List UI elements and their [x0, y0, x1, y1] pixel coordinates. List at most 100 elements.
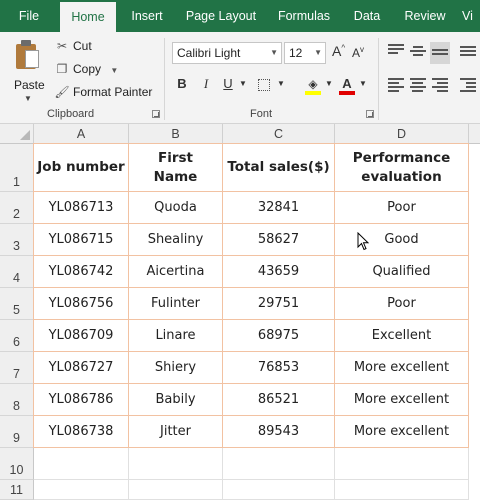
align-right-icon[interactable] — [432, 78, 449, 92]
copy-dropdown-arrow[interactable]: ▼ — [110, 66, 118, 75]
table-cell[interactable]: Aicertina — [129, 256, 223, 288]
font-launcher-icon[interactable] — [366, 110, 374, 118]
table-cell[interactable]: YL086709 — [34, 320, 129, 352]
table-cell[interactable]: 76853 — [223, 352, 335, 384]
tab-insert[interactable]: Insert — [124, 0, 170, 32]
row-header-8[interactable]: 8 — [0, 384, 34, 416]
table-cell[interactable]: 32841 — [223, 192, 335, 224]
empty-cell[interactable] — [129, 448, 223, 480]
row-header-6[interactable]: 6 — [0, 320, 34, 352]
header-cell-first-name[interactable]: First Name — [129, 144, 223, 192]
table-cell[interactable]: YL086742 — [34, 256, 129, 288]
shrink-font-button[interactable]: Av — [352, 45, 364, 60]
table-cell[interactable]: Poor — [335, 192, 469, 224]
table-cell[interactable]: YL086756 — [34, 288, 129, 320]
bold-button[interactable]: B — [174, 74, 190, 94]
table-cell[interactable]: Poor — [335, 288, 469, 320]
tab-data[interactable]: Data — [346, 0, 388, 32]
table-cell[interactable]: 68975 — [223, 320, 335, 352]
row-header-11[interactable]: 11 — [0, 480, 34, 500]
font-color-button[interactable]: A — [338, 74, 356, 95]
indent-icon[interactable] — [460, 78, 476, 92]
row-header-7[interactable]: 7 — [0, 352, 34, 384]
header-cell-job-number[interactable]: Job number — [34, 144, 129, 192]
table-cell[interactable]: 89543 — [223, 416, 335, 448]
italic-button[interactable]: I — [198, 74, 214, 94]
font-size-dropdown[interactable]: 12 ▼ — [284, 42, 326, 64]
bottom-align-icon[interactable] — [430, 42, 450, 64]
tab-view[interactable]: Vi — [462, 0, 480, 32]
empty-cell[interactable] — [335, 480, 469, 500]
empty-cell[interactable] — [223, 448, 335, 480]
tab-review[interactable]: Review — [398, 0, 452, 32]
row-header-5[interactable]: 5 — [0, 288, 34, 320]
table-cell[interactable]: Babily — [129, 384, 223, 416]
table-cell[interactable]: Quoda — [129, 192, 223, 224]
middle-align-icon[interactable] — [410, 46, 426, 60]
tab-page-layout[interactable]: Page Layout — [180, 0, 262, 32]
row-header-2[interactable]: 2 — [0, 192, 34, 224]
row-header-4[interactable]: 4 — [0, 256, 34, 288]
underline-dropdown-arrow[interactable]: ▼ — [238, 74, 248, 94]
empty-cell[interactable] — [223, 480, 335, 500]
clipboard-launcher-icon[interactable] — [152, 110, 160, 118]
align-center-icon[interactable] — [410, 78, 426, 92]
format-painter-button[interactable]: 🖌 Format Painter — [54, 82, 152, 102]
table-cell[interactable]: 43659 — [223, 256, 335, 288]
table-cell[interactable]: YL086727 — [34, 352, 129, 384]
fill-color-dropdown-arrow[interactable]: ▼ — [324, 74, 334, 94]
table-cell[interactable]: YL086738 — [34, 416, 129, 448]
table-cell[interactable]: Shiery — [129, 352, 223, 384]
copy-button[interactable]: ❐ Copy ▼ — [54, 59, 119, 79]
font-color-dropdown-arrow[interactable]: ▼ — [358, 74, 368, 94]
table-cell[interactable]: 58627 — [223, 224, 335, 256]
column-header-a[interactable]: A — [34, 124, 129, 144]
table-cell[interactable]: Linare — [129, 320, 223, 352]
table-cell[interactable]: YL086713 — [34, 192, 129, 224]
table-cell[interactable]: Excellent — [335, 320, 469, 352]
table-cell[interactable]: Shealiny — [129, 224, 223, 256]
table-cell[interactable]: 29751 — [223, 288, 335, 320]
ribbon-tab-bar: File Home Insert Page Layout Formulas Da… — [0, 0, 480, 32]
borders-button[interactable] — [256, 74, 272, 94]
table-cell[interactable]: YL086715 — [34, 224, 129, 256]
table-cell[interactable]: Fulinter — [129, 288, 223, 320]
cut-button[interactable]: ✂ Cut — [54, 36, 92, 56]
table-cell[interactable]: Jitter — [129, 416, 223, 448]
table-cell[interactable]: More excellent — [335, 352, 469, 384]
grow-font-button[interactable]: A^ — [332, 43, 345, 59]
table-cell[interactable]: More excellent — [335, 384, 469, 416]
table-cell[interactable]: Good — [335, 224, 469, 256]
paste-button[interactable]: Paste ▼ — [8, 38, 48, 103]
font-name-dropdown[interactable]: Calibri Light ▼ — [172, 42, 282, 64]
column-header-e[interactable] — [469, 124, 480, 144]
table-cell[interactable]: 86521 — [223, 384, 335, 416]
tab-home[interactable]: Home — [60, 2, 116, 32]
orientation-icon[interactable] — [460, 46, 476, 60]
top-align-icon[interactable] — [388, 44, 404, 58]
empty-cell[interactable] — [129, 480, 223, 500]
underline-button[interactable]: U — [220, 74, 236, 94]
header-cell-performance-evaluation[interactable]: Performance evaluation — [335, 144, 469, 192]
row-header-3[interactable]: 3 — [0, 224, 34, 256]
select-all-corner[interactable] — [0, 124, 34, 144]
row-header-9[interactable]: 9 — [0, 416, 34, 448]
empty-cell[interactable] — [34, 480, 129, 500]
table-cell[interactable]: More excellent — [335, 416, 469, 448]
column-header-b[interactable]: B — [129, 124, 223, 144]
table-cell[interactable]: YL086786 — [34, 384, 129, 416]
tab-formulas[interactable]: Formulas — [272, 0, 336, 32]
column-header-c[interactable]: C — [223, 124, 335, 144]
paste-dropdown-arrow[interactable]: ▼ — [24, 94, 32, 103]
table-cell[interactable]: Qualified — [335, 256, 469, 288]
empty-cell[interactable] — [34, 448, 129, 480]
header-cell-total-sales[interactable]: Total sales($) — [223, 144, 335, 192]
row-header-10[interactable]: 10 — [0, 448, 34, 480]
align-left-icon[interactable] — [388, 78, 404, 92]
empty-cell[interactable] — [335, 448, 469, 480]
fill-color-button[interactable]: ◈ — [304, 74, 322, 95]
borders-dropdown-arrow[interactable]: ▼ — [276, 74, 286, 94]
column-header-d[interactable]: D — [335, 124, 469, 144]
tab-file[interactable]: File — [8, 0, 50, 32]
row-header-1[interactable]: 1 — [0, 144, 34, 192]
